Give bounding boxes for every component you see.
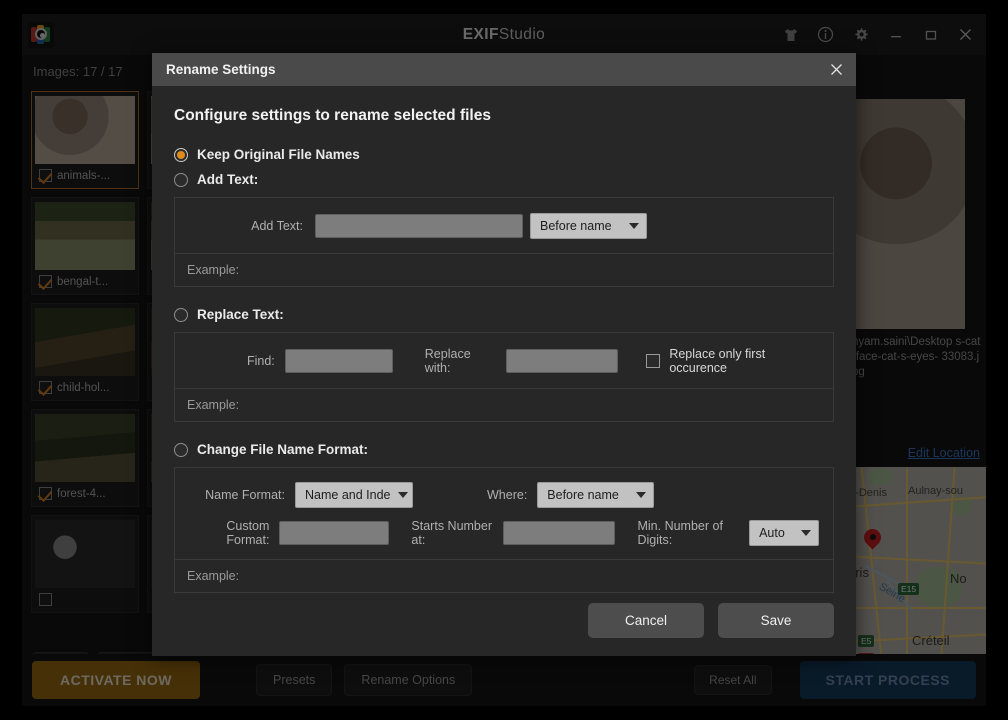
dialog-title-bar: Rename Settings	[152, 53, 856, 86]
dialog-close-icon[interactable]	[816, 53, 856, 86]
starts-number-label: Starts Number at:	[411, 519, 493, 547]
radio-replace-text[interactable]	[174, 307, 188, 322]
where-label: Where:	[487, 488, 528, 502]
add-text-position-dropdown[interactable]: Before name	[530, 212, 647, 239]
replace-text-group: Find: Replace with: Replace only first o…	[174, 332, 834, 422]
find-input[interactable]	[284, 348, 393, 373]
change-format-group: Name Format: Name and Inde Where: Before…	[174, 467, 834, 593]
radio-label-change-format: Change File Name Format:	[197, 442, 369, 457]
min-digits-label: Min. Number of Digits:	[637, 519, 723, 547]
name-format-value: Name and Inde	[305, 488, 391, 502]
cancel-button[interactable]: Cancel	[588, 603, 704, 638]
dialog-title: Rename Settings	[166, 62, 276, 77]
replace-first-occurrence-label: Replace only first occurence	[669, 346, 766, 375]
custom-format-input[interactable]	[279, 521, 390, 545]
replace-with-label: Replace with:	[424, 346, 471, 375]
add-text-example-label: Example:	[187, 263, 240, 277]
add-text-position-value: Before name	[540, 218, 612, 233]
starts-number-input[interactable]	[503, 521, 616, 545]
chevron-down-icon	[801, 530, 812, 536]
dialog-body: Configure settings to rename selected fi…	[152, 86, 856, 593]
replace-first-occurrence-checkbox[interactable]	[646, 353, 661, 368]
find-label: Find:	[246, 353, 275, 368]
add-text-input[interactable]	[315, 213, 523, 238]
name-format-label: Name Format:	[205, 488, 285, 502]
radio-label-replace-text: Replace Text:	[197, 307, 284, 322]
radio-label-add-text: Add Text:	[197, 172, 259, 187]
app-root: EXIFStudio	[0, 0, 1008, 720]
radio-add-text[interactable]	[174, 172, 188, 187]
add-text-example-row: Example:	[175, 254, 833, 286]
replace-with-input[interactable]	[506, 348, 619, 373]
where-value: Before name	[547, 488, 619, 502]
custom-format-label: Custom Format:	[226, 519, 270, 547]
change-format-example-label: Example:	[187, 569, 240, 583]
add-text-field-label: Add Text:	[251, 218, 303, 233]
min-digits-dropdown[interactable]: Auto	[749, 520, 820, 546]
where-dropdown[interactable]: Before name	[537, 482, 655, 508]
radio-change-format[interactable]	[174, 442, 188, 457]
replace-text-example-row: Example:	[175, 389, 833, 421]
option-keep-original[interactable]: Keep Original File Names	[174, 147, 834, 162]
option-replace-text[interactable]: Replace Text:	[174, 307, 834, 322]
dialog-heading: Configure settings to rename selected fi…	[174, 107, 491, 124]
radio-label-keep-original: Keep Original File Names	[197, 147, 360, 162]
name-format-dropdown[interactable]: Name and Inde	[295, 482, 413, 508]
save-button[interactable]: Save	[718, 603, 834, 638]
add-text-group: Add Text: Before name Example:	[174, 197, 834, 287]
chevron-down-icon	[636, 492, 647, 498]
radio-keep-original[interactable]	[174, 147, 188, 162]
chevron-down-icon	[398, 492, 409, 498]
replace-text-example-label: Example:	[187, 398, 240, 412]
change-format-example-row: Example:	[175, 560, 833, 592]
dialog-footer: Cancel Save	[588, 603, 834, 638]
min-digits-value: Auto	[759, 526, 785, 540]
rename-settings-dialog: Rename Settings Configure settings to re…	[152, 53, 856, 656]
option-add-text[interactable]: Add Text:	[174, 172, 834, 187]
option-change-format[interactable]: Change File Name Format:	[174, 442, 834, 457]
chevron-down-icon	[629, 222, 639, 229]
